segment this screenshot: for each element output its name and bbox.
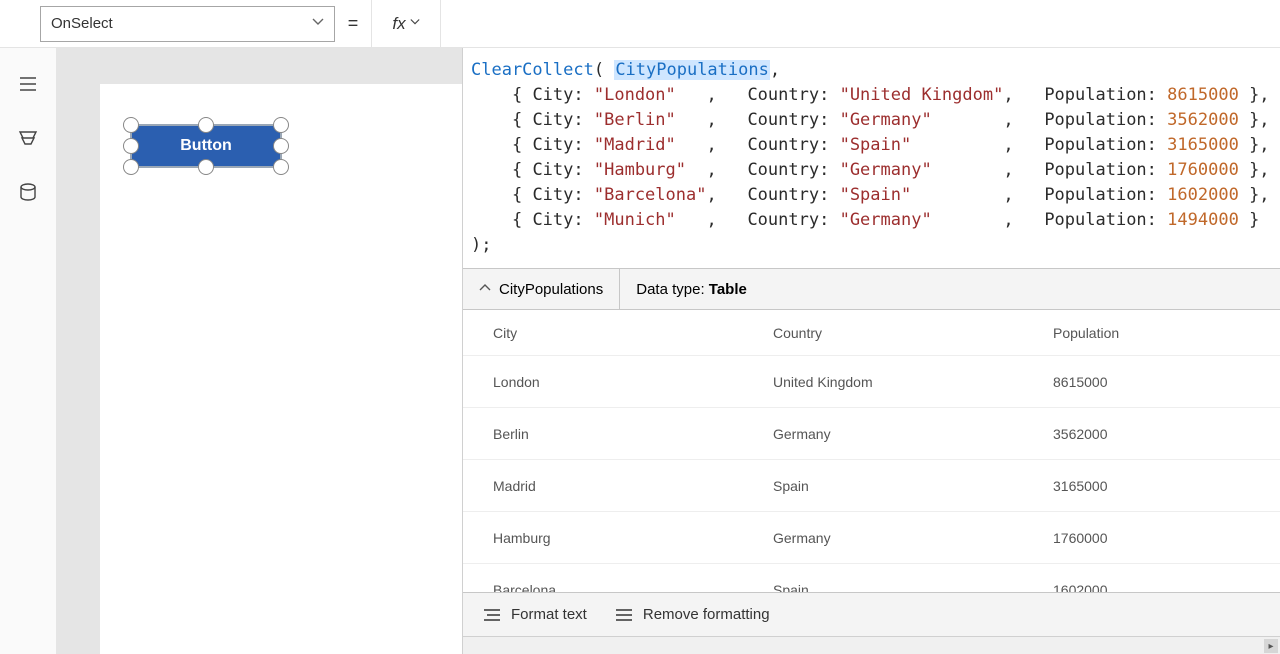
table-cell: Berlin (493, 426, 773, 442)
result-table: City Country Population LondonUnited Kin… (463, 310, 1280, 592)
remove-formatting-label: Remove formatting (643, 606, 770, 623)
table-header-population: Population (1053, 325, 1250, 341)
table-cell: United Kingdom (773, 374, 1053, 390)
formula-pane: ClearCollect( CityPopulations, { City: "… (462, 48, 1280, 654)
fx-button[interactable]: fx (371, 0, 441, 48)
resize-handle[interactable] (123, 138, 139, 154)
data-type-label: Data type: (636, 281, 709, 298)
result-header: CityPopulations Data type: Table (463, 268, 1280, 310)
table-header-row: City Country Population (463, 310, 1280, 356)
main-area: Button ClearCollect( CityPopulations, { … (0, 48, 1280, 654)
resize-handle[interactable] (123, 117, 139, 133)
table-cell: Germany (773, 426, 1053, 442)
formula-footer: Format text Remove formatting (463, 592, 1280, 636)
table-cell: Spain (773, 582, 1053, 593)
resize-handle[interactable] (273, 117, 289, 133)
table-cell: Barcelona (493, 582, 773, 593)
hamburger-icon[interactable] (18, 74, 38, 94)
data-icon[interactable] (18, 182, 38, 202)
formula-bar-top[interactable] (441, 0, 1280, 48)
format-text-label: Format text (511, 606, 587, 623)
table-cell: London (493, 374, 773, 390)
result-data-type: Data type: Table (620, 281, 763, 298)
left-rail (0, 48, 56, 654)
table-cell: 3562000 (1053, 426, 1250, 442)
table-cell: 8615000 (1053, 374, 1250, 390)
formula-editor[interactable]: ClearCollect( CityPopulations, { City: "… (463, 48, 1280, 268)
button-control-text: Button (180, 137, 232, 155)
table-row[interactable]: BarcelonaSpain1602000 (463, 564, 1280, 592)
horizontal-scrollbar[interactable]: ▸ (463, 636, 1280, 654)
formula-bar-row: OnSelect = fx (0, 0, 1280, 48)
table-header-city: City (493, 325, 773, 341)
canvas[interactable]: Button (100, 84, 462, 654)
remove-formatting-button[interactable]: Remove formatting (615, 606, 770, 623)
resize-handle[interactable] (198, 159, 214, 175)
table-cell: 3165000 (1053, 478, 1250, 494)
resize-handle[interactable] (123, 159, 139, 175)
table-cell: Hamburg (493, 530, 773, 546)
table-cell: Spain (773, 478, 1053, 494)
table-cell: Madrid (493, 478, 773, 494)
chevron-up-icon (479, 282, 491, 297)
format-text-icon (483, 608, 501, 622)
table-cell: 1760000 (1053, 530, 1250, 546)
remove-formatting-icon (615, 608, 633, 622)
result-collection-name: CityPopulations (499, 281, 603, 298)
fx-label: fx (392, 14, 405, 34)
resize-handle[interactable] (273, 138, 289, 154)
table-cell: 1602000 (1053, 582, 1250, 593)
chevron-down-icon (312, 16, 324, 31)
tree-view-icon[interactable] (18, 128, 38, 148)
table-row[interactable]: HamburgGermany1760000 (463, 512, 1280, 564)
data-type-value: Table (709, 281, 747, 298)
resize-handle[interactable] (198, 117, 214, 133)
table-cell: Germany (773, 530, 1053, 546)
format-text-button[interactable]: Format text (483, 606, 587, 623)
result-collection-toggle[interactable]: CityPopulations (463, 269, 620, 309)
equals-sign: = (335, 13, 371, 34)
table-row[interactable]: BerlinGermany3562000 (463, 408, 1280, 460)
chevron-down-icon (410, 17, 420, 30)
canvas-pane: Button (56, 48, 462, 654)
table-row[interactable]: MadridSpain3165000 (463, 460, 1280, 512)
table-header-country: Country (773, 325, 1053, 341)
button-control[interactable]: Button (130, 124, 282, 168)
table-row[interactable]: LondonUnited Kingdom8615000 (463, 356, 1280, 408)
resize-handle[interactable] (273, 159, 289, 175)
property-dropdown[interactable]: OnSelect (40, 6, 335, 42)
scroll-right-arrow-icon[interactable]: ▸ (1264, 639, 1278, 653)
property-dropdown-label: OnSelect (51, 15, 113, 32)
